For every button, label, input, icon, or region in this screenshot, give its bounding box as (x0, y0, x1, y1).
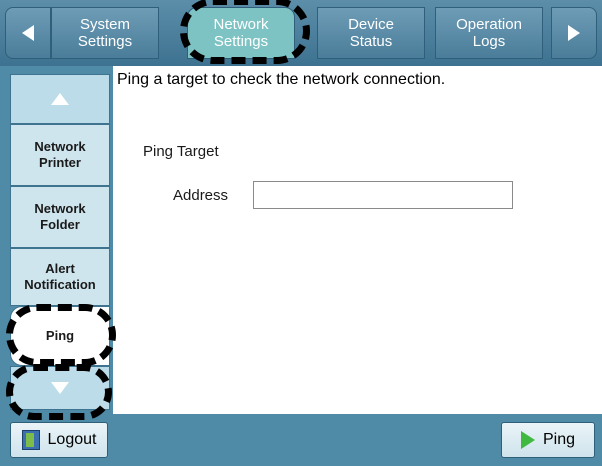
content-area: Ping a target to check the network conne… (113, 66, 602, 414)
top-nav-bar: System Settings Network Settings Device … (0, 0, 602, 66)
chevron-right-icon (568, 25, 580, 41)
tab-device-status[interactable]: Device Status (317, 7, 425, 59)
logout-button[interactable]: Logout (10, 422, 108, 458)
address-input[interactable] (253, 181, 513, 209)
door-exit-icon (21, 430, 40, 450)
sidebar-item-network-folder[interactable]: Network Folder (10, 186, 110, 248)
bottom-action-bar: Logout Ping (0, 414, 602, 466)
arrow-down-icon (51, 382, 69, 394)
logout-label: Logout (47, 431, 97, 448)
tab-network-settings[interactable]: Network Settings (187, 7, 295, 59)
sidebar-item-ping[interactable]: Ping (10, 306, 110, 366)
tab-operation-logs[interactable]: Operation Logs (435, 7, 543, 59)
arrow-up-icon (51, 93, 69, 105)
sidebar-scroll-up-button[interactable] (10, 74, 110, 124)
scroll-tabs-left-button[interactable] (5, 7, 51, 59)
scroll-tabs-right-button[interactable] (551, 7, 597, 59)
chevron-left-icon (22, 25, 34, 41)
sidebar-item-network-printer[interactable]: Network Printer (10, 124, 110, 186)
address-label: Address (173, 187, 229, 204)
sidebar: Network Printer Network Folder Alert Not… (0, 66, 113, 414)
ping-button[interactable]: Ping (501, 422, 595, 458)
ping-label: Ping (542, 431, 576, 448)
play-icon (520, 431, 535, 449)
sidebar-item-alert-notification[interactable]: Alert Notification (10, 248, 110, 306)
ping-target-heading: Ping Target (143, 143, 219, 160)
page-description: Ping a target to check the network conne… (117, 71, 446, 88)
tab-system-settings[interactable]: System Settings (51, 7, 159, 59)
sidebar-scroll-down-button[interactable] (10, 366, 110, 410)
